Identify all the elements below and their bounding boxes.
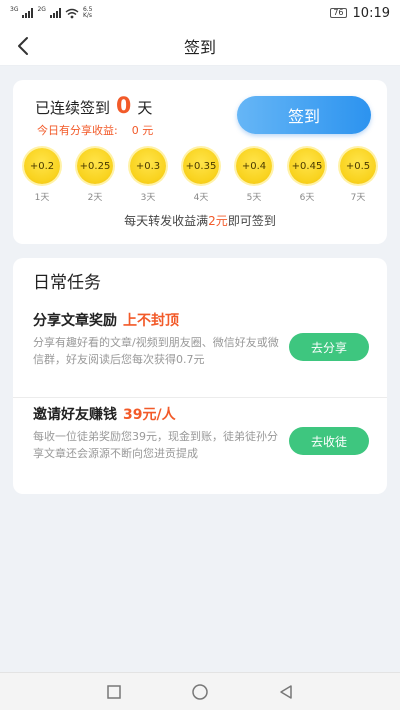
coin-icon: +0.2 (24, 148, 60, 184)
streak-count: 0 (116, 94, 132, 119)
tip-suffix: 即可签到 (227, 214, 276, 228)
task-highlight: 上不封顶 (123, 313, 179, 329)
day-label: 6天 (299, 193, 315, 203)
day-label: 3天 (140, 193, 156, 203)
signal-icon-2 (49, 8, 61, 18)
battery-icon: 76 (330, 8, 347, 18)
coin-day-1: +0.2 1天 (19, 148, 65, 203)
share-button[interactable]: 去分享 (289, 333, 369, 361)
home-button[interactable] (190, 682, 210, 702)
streak-row: 已连续签到 0 天 (35, 94, 152, 119)
recruit-button[interactable]: 去收徒 (289, 427, 369, 455)
net-speed: 6.5 K/s (83, 7, 93, 19)
task-item-share: 分享文章奖励 上不封顶 分享有趣好看的文章/视频到朋友圈、微信好友或微信群，好友… (13, 306, 387, 398)
day-label: 4天 (193, 193, 209, 203)
square-recent-icon (107, 685, 121, 699)
coin-day-7: +0.5 7天 (335, 148, 381, 203)
signin-card: 已连续签到 0 天 今日有分享收益: 0 元 签到 +0.2 1天 +0.25 … (13, 80, 387, 244)
status-bar: 3G 2G 6.5 K/s 76 10:19 (0, 0, 400, 26)
today-earnings: 今日有分享收益: 0 元 (37, 122, 153, 138)
daily-tasks-card: 日常任务 分享文章奖励 上不封顶 分享有趣好看的文章/视频到朋友圈、微信好友或微… (13, 258, 387, 494)
clock: 10:19 (352, 5, 390, 21)
triangle-back-icon (280, 685, 292, 699)
coin-day-4: +0.35 4天 (178, 148, 224, 203)
system-back-button[interactable] (276, 682, 296, 702)
task-name: 分享文章奖励 (33, 313, 117, 329)
coin-icon: +0.5 (340, 148, 376, 184)
task-name: 邀请好友赚钱 (33, 407, 117, 423)
coin-day-2: +0.25 2天 (72, 148, 118, 203)
network-label-2: 2G (37, 5, 46, 13)
signin-button[interactable]: 签到 (237, 96, 371, 134)
recent-apps-button[interactable] (104, 682, 124, 702)
task-description: 分享有趣好看的文章/视频到朋友圈、微信好友或微信群，好友阅读后您每次获得0.7元 (33, 336, 279, 366)
coin-icon: +0.4 (236, 148, 272, 184)
coin-day-6: +0.45 6天 (284, 148, 330, 203)
task-head: 邀请好友赚钱 39元/人 (33, 404, 176, 424)
net-speed-unit: K/s (82, 12, 93, 19)
coin-day-3: +0.3 3天 (125, 148, 171, 203)
today-earnings-value: 0 元 (131, 124, 154, 137)
coin-icon: +0.3 (130, 148, 166, 184)
chevron-left-icon (18, 37, 28, 55)
coin-row: +0.2 1天 +0.25 2天 +0.3 3天 +0.35 4天 +0.4 5… (13, 148, 387, 203)
system-nav-bar (0, 672, 400, 710)
day-label: 2天 (87, 193, 103, 203)
circle-home-icon (192, 684, 208, 700)
status-right: 76 10:19 (330, 6, 390, 21)
page-title: 签到 (183, 37, 216, 57)
day-label: 1天 (34, 193, 50, 203)
network-label-1: 3G (10, 5, 19, 13)
task-description: 每收一位徒弟奖励您39元，现金到账，徒弟徒孙分享文章还会源源不断向您进贡提成 (33, 430, 278, 460)
streak-unit: 天 (137, 99, 153, 117)
coin-day-5: +0.4 5天 (231, 148, 277, 203)
day-label: 7天 (350, 193, 366, 203)
tasks-title: 日常任务 (33, 273, 101, 293)
tip-prefix: 每天转发收益满 (124, 214, 209, 228)
top-nav-bar: 签到 (0, 26, 400, 66)
task-head: 分享文章奖励 上不封顶 (33, 310, 179, 330)
signin-tip: 每天转发收益满 2元 即可签到 (13, 212, 387, 229)
status-left: 3G 2G 6.5 K/s (10, 5, 93, 19)
coin-icon: +0.25 (77, 148, 113, 184)
wifi-icon (65, 8, 79, 18)
streak-label: 已连续签到 (35, 99, 111, 117)
coin-icon: +0.45 (289, 148, 325, 184)
battery-level: 76 (333, 8, 344, 17)
back-button[interactable] (12, 34, 34, 58)
tip-amount: 2元 (208, 214, 228, 228)
coin-icon: +0.35 (183, 148, 219, 184)
task-highlight: 39元/人 (123, 407, 176, 423)
signal-icon (22, 8, 34, 18)
day-label: 5天 (246, 193, 262, 203)
today-earnings-label: 今日有分享收益: (37, 124, 118, 137)
task-item-invite: 邀请好友赚钱 39元/人 每收一位徒弟奖励您39元，现金到账，徒弟徒孙分享文章还… (13, 400, 387, 492)
